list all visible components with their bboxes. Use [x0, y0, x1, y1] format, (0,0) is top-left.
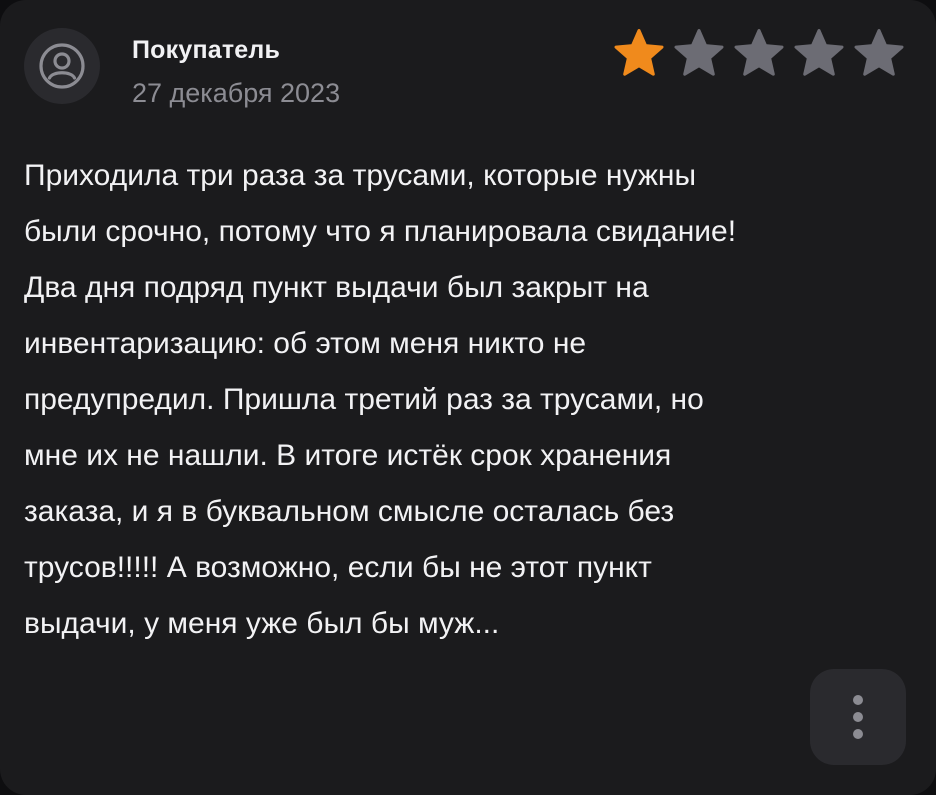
review-card: Покупатель 27 декабря 2023 Приходила три… — [0, 0, 936, 795]
star-filled-icon — [614, 29, 664, 76]
review-text: Приходила три раза за трусами, которые н… — [24, 159, 737, 640]
user-circle-icon — [39, 43, 85, 89]
star-rating — [610, 26, 908, 84]
review-date: 27 декабря 2023 — [132, 78, 341, 108]
more-vertical-icon — [853, 695, 863, 739]
avatar — [24, 28, 100, 104]
star-empty-icon — [854, 29, 904, 76]
star-empty-icon — [734, 29, 784, 76]
author-name: Покупатель — [132, 36, 281, 64]
star-empty-icon — [794, 29, 844, 76]
star-empty-icon — [674, 29, 724, 76]
more-options-button[interactable] — [810, 669, 906, 765]
